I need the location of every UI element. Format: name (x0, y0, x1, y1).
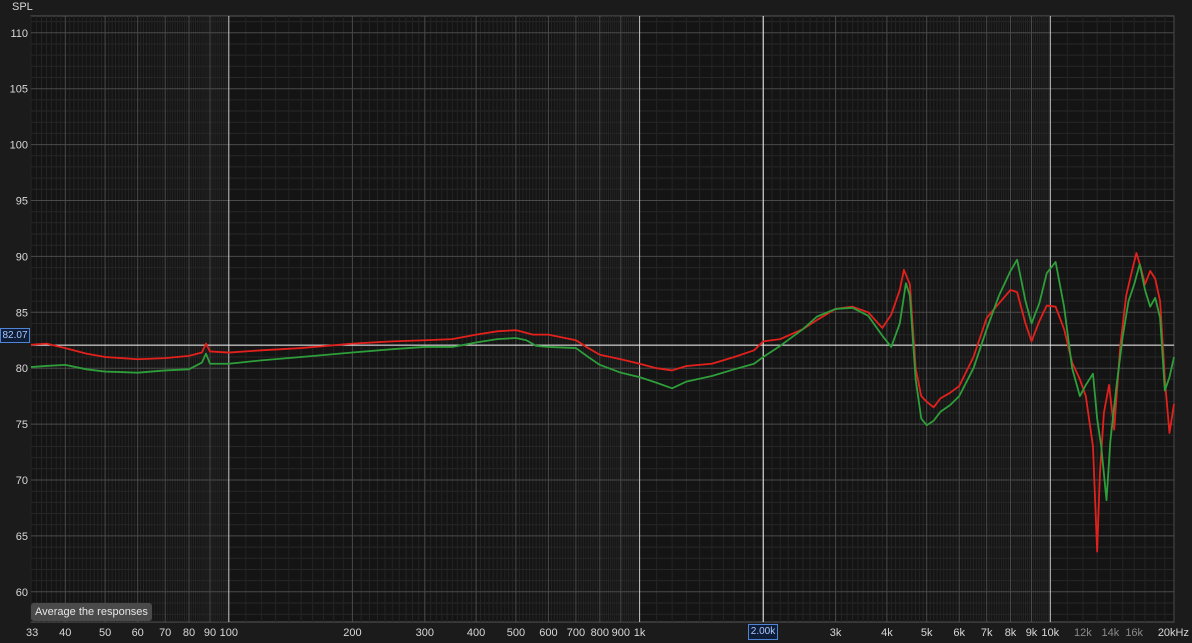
cursor-y-readout: 82.07 (0, 328, 30, 343)
y-tick-label: 105 (10, 84, 28, 96)
y-tick-label: 100 (10, 140, 28, 152)
frequency-response-chart[interactable]: 60 65 70 75 80 85 90 95 100 105 110 33 40 50 60 70 80 90… (0, 0, 1192, 643)
x-tick-label: 33 (26, 627, 38, 639)
y-tick-label: 60 (16, 587, 28, 599)
y-tick-label: 75 (16, 419, 28, 431)
y-axis-title: SPL (12, 1, 33, 13)
x-tick-label: 60 (132, 627, 144, 639)
x-tick-label: 4k (881, 627, 893, 639)
y-tick-label: 110 (10, 28, 28, 40)
x-tick-label: 100 (220, 627, 238, 639)
x-tick-label: 16k (1125, 627, 1143, 639)
x-tick-label: 14k (1102, 627, 1120, 639)
y-tick-label: 90 (16, 251, 28, 263)
y-tick-label: 95 (16, 196, 28, 208)
x-tick-label: 20kHz (1158, 627, 1189, 639)
x-tick-label: 12k (1074, 627, 1092, 639)
y-tick-label: 70 (16, 475, 28, 487)
x-tick-label: 7k (981, 627, 993, 639)
x-tick-label: 5k (921, 627, 933, 639)
cursor-x-readout: 2.00k (748, 624, 778, 640)
x-tick-label: 50 (99, 627, 111, 639)
x-tick-label: 900 (612, 627, 630, 639)
x-tick-label: 70 (159, 627, 171, 639)
x-tick-label: 80 (183, 627, 195, 639)
x-tick-label: 10k (1041, 627, 1059, 639)
y-tick-label: 85 (16, 307, 28, 319)
x-tick-label: 300 (416, 627, 434, 639)
x-tick-label: 6k (953, 627, 965, 639)
x-tick-label: 1k (634, 627, 646, 639)
x-tick-label: 90 (204, 627, 216, 639)
x-tick-label: 800 (591, 627, 609, 639)
average-responses-button[interactable]: Average the responses (31, 603, 152, 621)
x-axis-tick-labels: 33 40 50 60 70 80 90 100 200 300 400 500 600 700 800 90… (26, 627, 1189, 639)
x-tick-label: 600 (539, 627, 557, 639)
x-tick-label: 40 (59, 627, 71, 639)
x-tick-label: 3k (830, 627, 842, 639)
y-tick-label: 80 (16, 363, 28, 375)
y-tick-label: 65 (16, 531, 28, 543)
x-tick-label: 200 (343, 627, 361, 639)
x-tick-label: 8k (1005, 627, 1017, 639)
y-axis-tick-labels: 60 65 70 75 80 85 90 95 100 105 110 (10, 28, 28, 599)
x-tick-label: 500 (507, 627, 525, 639)
x-tick-label: 400 (467, 627, 485, 639)
x-tick-label: 9k (1026, 627, 1038, 639)
x-tick-label: 700 (567, 627, 585, 639)
